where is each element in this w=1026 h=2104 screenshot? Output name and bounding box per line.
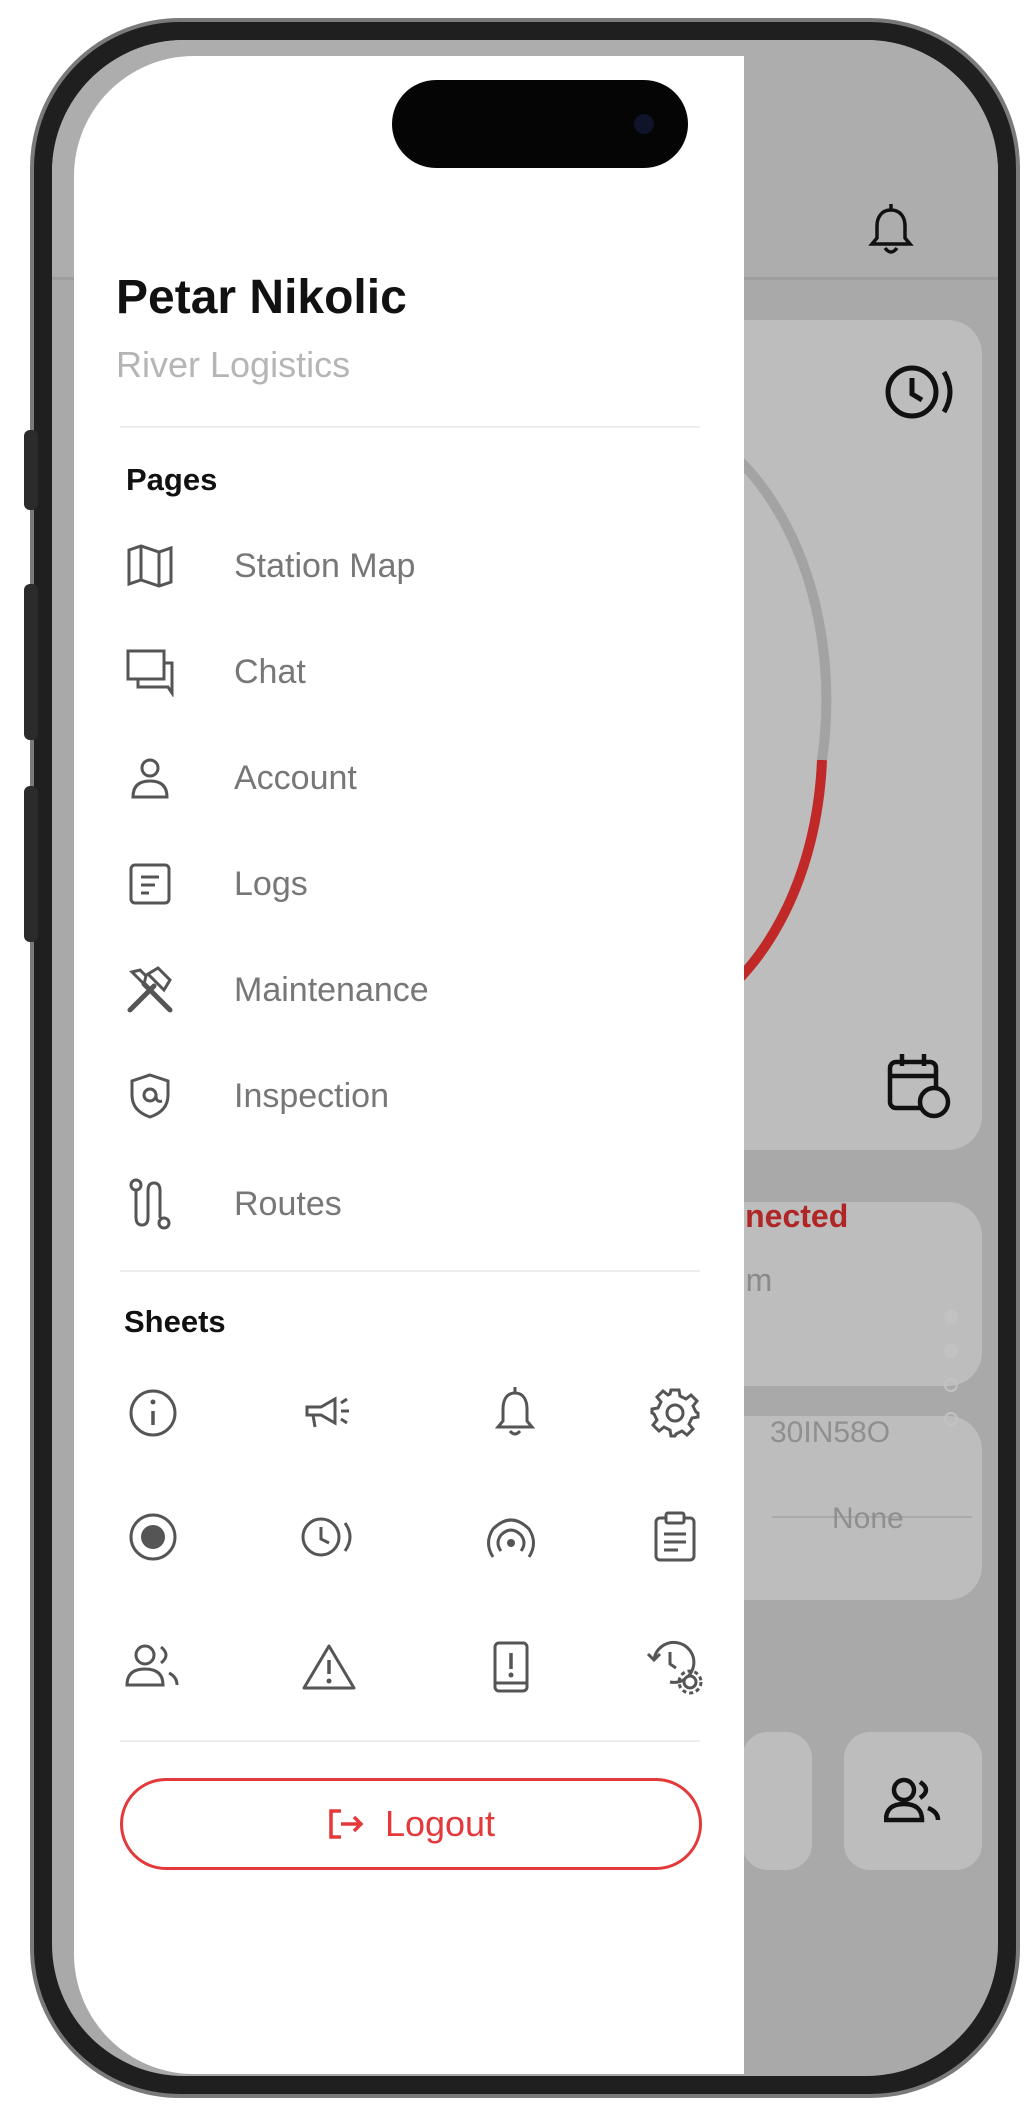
page-label: Inspection <box>234 1076 389 1115</box>
shield-icon <box>120 1066 180 1126</box>
user-icon <box>120 748 180 808</box>
logout-icon <box>327 1807 367 1841</box>
info-icon[interactable] <box>118 1378 188 1448</box>
page-item-inspection[interactable]: Inspection <box>120 1056 680 1136</box>
page-item-maintenance[interactable]: Maintenance <box>120 950 680 1030</box>
clock-signal-icon[interactable] <box>294 1502 364 1572</box>
page-dot <box>944 1412 958 1426</box>
logs-icon <box>120 854 180 914</box>
side-button <box>24 786 38 942</box>
warning-icon[interactable] <box>294 1632 364 1702</box>
page-label: Account <box>234 758 357 797</box>
page-item-chat[interactable]: Chat <box>120 632 680 712</box>
record-icon[interactable] <box>118 1502 188 1572</box>
page-item-account[interactable]: Account <box>120 738 680 818</box>
users-icon <box>884 1777 941 1823</box>
bell-icon <box>868 204 914 254</box>
divider <box>120 426 700 428</box>
divider <box>120 1270 700 1272</box>
clipboard-icon[interactable] <box>640 1502 710 1572</box>
background-action-card <box>742 1732 812 1870</box>
dynamic-island <box>392 80 688 168</box>
page-label: Routes <box>234 1184 342 1223</box>
page-dot <box>944 1344 958 1358</box>
megaphone-icon[interactable] <box>294 1378 364 1448</box>
page-label: Chat <box>234 652 306 691</box>
page-item-station-map[interactable]: Station Map <box>120 526 680 606</box>
clock-signal-icon <box>885 365 953 419</box>
organization-name: River Logistics <box>116 344 351 385</box>
route-icon <box>120 1174 180 1234</box>
phone-alert-icon[interactable] <box>476 1632 546 1702</box>
users-icon[interactable] <box>118 1632 188 1702</box>
gear-icon[interactable] <box>640 1378 710 1448</box>
page-label: Logs <box>234 864 308 903</box>
page-item-routes[interactable]: Routes <box>120 1164 680 1244</box>
calendar-refresh-icon <box>887 1054 951 1119</box>
chat-icon <box>120 642 180 702</box>
sheets-section-title: Sheets <box>124 1304 226 1339</box>
side-button <box>24 584 38 740</box>
logout-button[interactable]: Logout <box>120 1778 702 1870</box>
background-code-text: 30IN58O <box>770 1416 891 1449</box>
page-dot <box>944 1310 958 1324</box>
page-indicator <box>944 1310 958 1446</box>
history-gear-icon[interactable] <box>640 1632 710 1702</box>
map-icon <box>120 536 180 596</box>
page-dot <box>944 1378 958 1392</box>
background-users-card <box>844 1732 982 1870</box>
page-item-logs[interactable]: Logs <box>120 844 680 924</box>
camera-dot <box>634 114 654 134</box>
broadcast-icon[interactable] <box>476 1502 546 1572</box>
page-label: Station Map <box>234 546 416 585</box>
logout-label: Logout <box>384 1803 496 1844</box>
pages-section-title: Pages <box>126 462 218 497</box>
divider <box>120 1740 700 1742</box>
bell-icon[interactable] <box>480 1378 550 1448</box>
page-label: Maintenance <box>234 970 429 1009</box>
tools-icon <box>120 960 180 1020</box>
user-name: Petar Nikolic <box>116 271 407 324</box>
background-none-text: None <box>832 1502 904 1535</box>
side-button <box>24 430 38 510</box>
